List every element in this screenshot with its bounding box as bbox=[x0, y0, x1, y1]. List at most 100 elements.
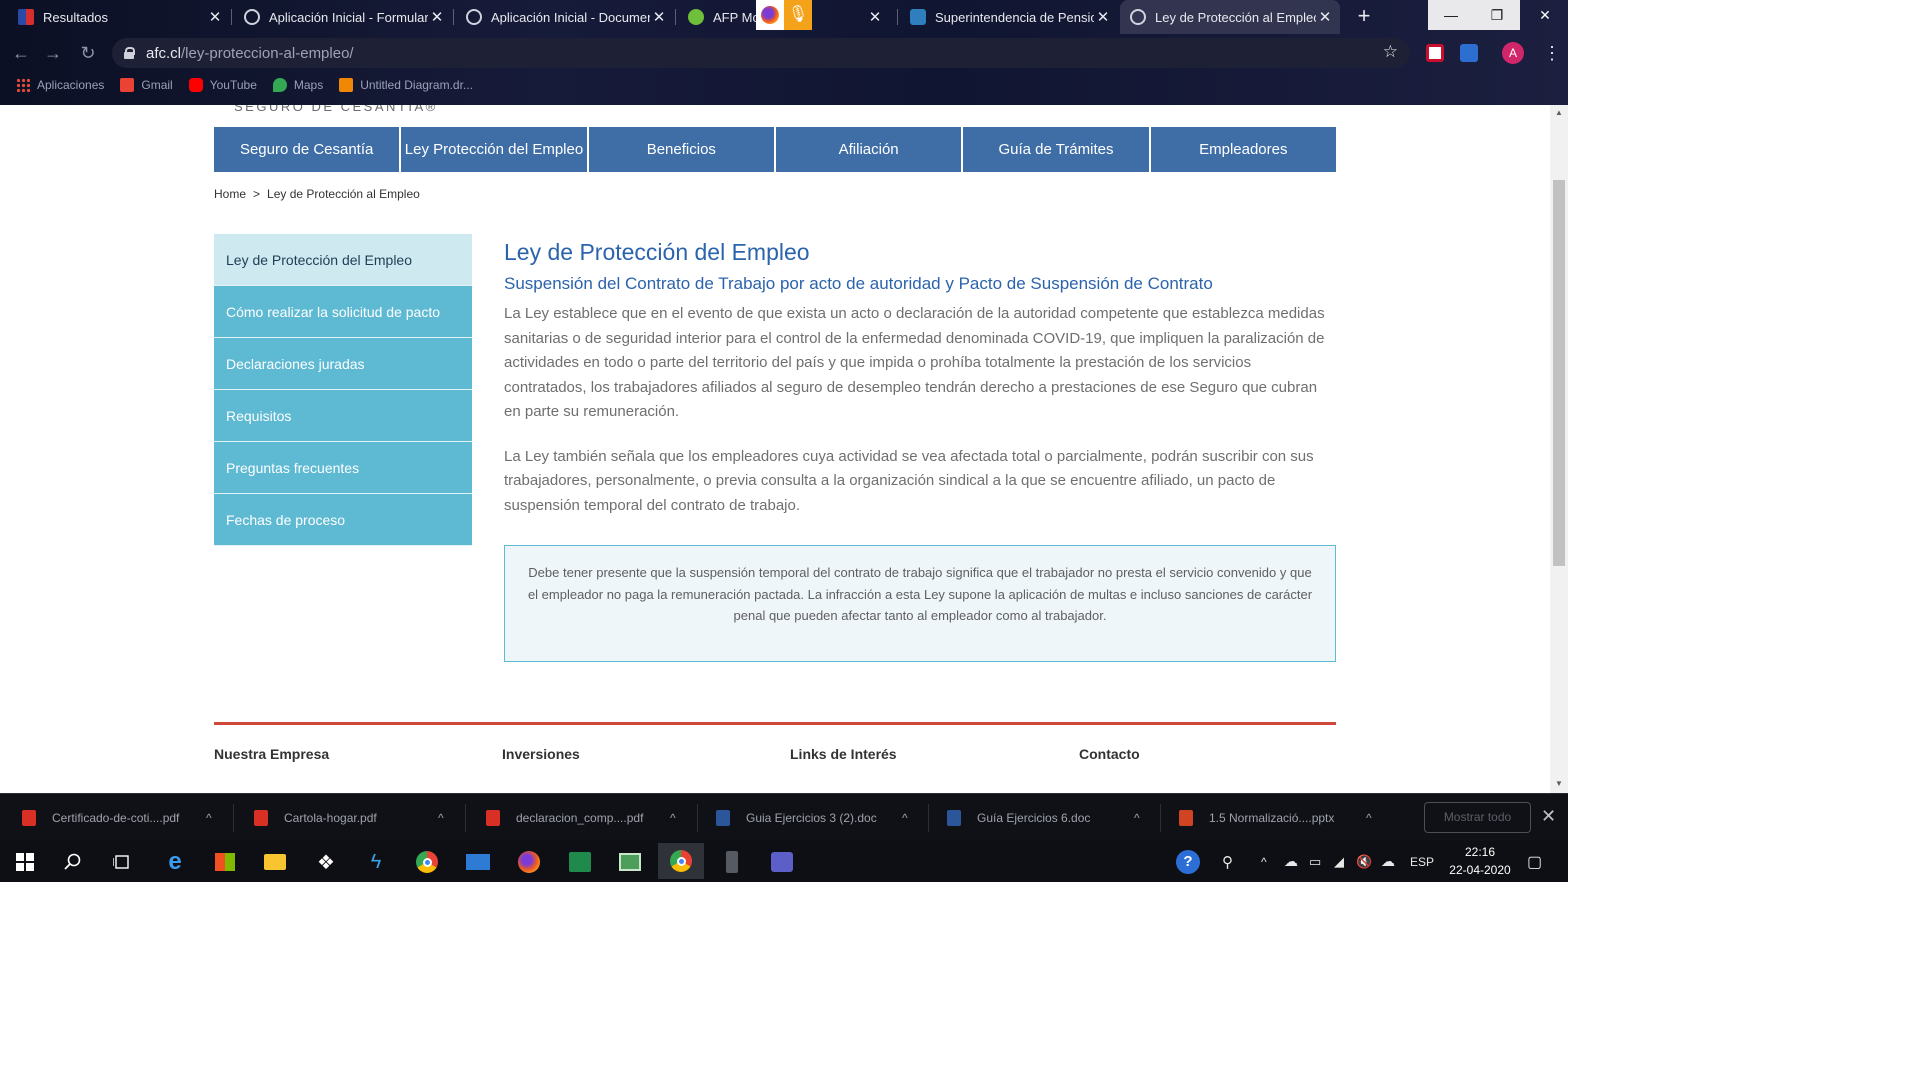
chevron-up-icon[interactable]: ^ bbox=[1366, 811, 1372, 825]
firefox-icon bbox=[756, 0, 784, 30]
scrollbar-thumb[interactable] bbox=[1553, 180, 1565, 566]
pocket-extension-icon[interactable] bbox=[1426, 44, 1444, 62]
close-tab-icon[interactable]: ✕ bbox=[1316, 8, 1334, 26]
tab-resultados[interactable]: Resultados ✕ bbox=[8, 0, 230, 34]
file-explorer-icon[interactable] bbox=[260, 847, 290, 877]
download-item[interactable]: Guía Ejercicios 6.doc ^ bbox=[947, 794, 1153, 842]
bookmark-apps[interactable]: Aplicaciones bbox=[16, 78, 104, 92]
task-view-icon[interactable] bbox=[107, 847, 137, 877]
web-page: SEGURO DE CESANTÍA® Seguro de Cesantía L… bbox=[0, 105, 1550, 793]
tab-divider bbox=[231, 9, 232, 25]
apps-grid-icon bbox=[16, 78, 30, 92]
help-icon[interactable]: ? bbox=[1176, 841, 1200, 882]
nav-empleadores[interactable]: Empleadores bbox=[1150, 127, 1336, 172]
tab-superintendencia[interactable]: Superintendencia de Pensiones ✕ bbox=[900, 0, 1118, 34]
close-tab-icon[interactable]: ✕ bbox=[1094, 8, 1112, 26]
bookmark-youtube[interactable]: YouTube bbox=[188, 78, 257, 92]
chrome-active-icon[interactable] bbox=[658, 843, 704, 879]
system-clock[interactable]: 22:16 22-04-2020 bbox=[1440, 843, 1520, 879]
scroll-down-arrow-icon[interactable]: ▼ bbox=[1555, 779, 1563, 788]
wifi-icon[interactable]: ◢ bbox=[1334, 841, 1344, 882]
mail-icon[interactable] bbox=[463, 847, 493, 877]
chevron-up-icon[interactable]: ^ bbox=[902, 811, 908, 825]
browser-menu-icon[interactable]: ⋮ bbox=[1543, 42, 1561, 64]
chevron-up-icon[interactable]: ^ bbox=[1134, 811, 1140, 825]
close-tab-icon[interactable]: ✕ bbox=[206, 8, 224, 26]
nav-ley-proteccion[interactable]: Ley Protección del Empleo bbox=[401, 127, 587, 172]
close-tab-icon[interactable]: ✕ bbox=[428, 8, 446, 26]
reload-icon[interactable]: ↻ bbox=[77, 42, 99, 64]
volume-muted-icon[interactable]: 🔇 bbox=[1356, 841, 1372, 882]
sidebar-item-declaraciones[interactable]: Declaraciones juradas bbox=[214, 338, 472, 390]
chevron-up-icon[interactable]: ^ bbox=[438, 811, 444, 825]
show-all-downloads-button[interactable]: Mostrar todo bbox=[1424, 802, 1531, 833]
breadcrumb-home[interactable]: Home bbox=[214, 187, 246, 201]
download-item[interactable]: Guia Ejercicios 3 (2).doc ^ bbox=[716, 794, 922, 842]
people-icon[interactable]: ⚲ bbox=[1222, 841, 1233, 882]
address-bar[interactable]: afc.cl/ley-proteccion-al-empleo/ ☆ bbox=[112, 38, 1410, 68]
browser-toolbar: ← → ↻ afc.cl/ley-proteccion-al-empleo/ ☆ bbox=[0, 34, 1568, 72]
teams-icon[interactable] bbox=[767, 847, 797, 877]
download-item[interactable]: declaracion_comp....pdf ^ bbox=[486, 794, 692, 842]
download-item[interactable]: 1.5 Normalizació....pptx ^ bbox=[1179, 794, 1385, 842]
tray-chevron-icon[interactable]: ^ bbox=[1261, 841, 1267, 882]
bookmark-star-icon[interactable]: ☆ bbox=[1383, 42, 1398, 62]
nav-beneficios[interactable]: Beneficios bbox=[588, 127, 774, 172]
sidebar-item-ley-proteccion[interactable]: Ley de Protección del Empleo bbox=[214, 234, 472, 286]
bookmark-gmail[interactable]: Gmail bbox=[120, 78, 173, 92]
page-scrollbar[interactable]: ▲ ▼ bbox=[1550, 105, 1568, 793]
download-divider bbox=[465, 804, 466, 832]
scroll-up-arrow-icon[interactable]: ▲ bbox=[1555, 108, 1563, 117]
new-tab-button[interactable]: + bbox=[1352, 4, 1376, 28]
notifications-icon[interactable]: ▢ bbox=[1527, 841, 1542, 882]
maximize-button[interactable]: ❐ bbox=[1474, 0, 1520, 30]
cloud-sync-icon[interactable]: ☁ bbox=[1381, 841, 1395, 882]
afp-modelo-icon bbox=[688, 9, 704, 25]
phone-app-icon[interactable] bbox=[717, 847, 747, 877]
onedrive-cloud-icon[interactable]: ☁ bbox=[1284, 841, 1298, 882]
close-window-button[interactable]: ✕ bbox=[1522, 0, 1568, 30]
tab-ley-proteccion[interactable]: Ley de Protección al Empleo ✕ bbox=[1120, 0, 1340, 34]
sidebar-item-solicitud-pacto[interactable]: Cómo realizar la solicitud de pacto bbox=[214, 286, 472, 338]
nav-afiliacion[interactable]: Afiliación bbox=[775, 127, 962, 172]
translate-extension-icon[interactable] bbox=[1460, 44, 1478, 62]
profile-avatar[interactable]: A bbox=[1502, 42, 1524, 64]
download-item[interactable]: Certificado-de-coti....pdf ^ bbox=[22, 794, 228, 842]
close-tab-icon[interactable]: ✕ bbox=[650, 8, 668, 26]
chevron-up-icon[interactable]: ^ bbox=[670, 811, 676, 825]
chrome-icon[interactable] bbox=[412, 847, 442, 877]
close-download-bar-icon[interactable]: ✕ bbox=[1541, 806, 1556, 827]
close-tab-icon[interactable]: ✕ bbox=[866, 8, 884, 26]
language-indicator[interactable]: ESP bbox=[1410, 841, 1434, 882]
download-item[interactable]: Cartola-hogar.pdf ^ bbox=[254, 794, 460, 842]
minimize-button[interactable]: — bbox=[1428, 0, 1474, 30]
back-arrow-icon[interactable]: ← bbox=[10, 42, 32, 64]
windows-start-icon[interactable] bbox=[10, 847, 40, 877]
battery-icon[interactable]: ▭ bbox=[1309, 841, 1321, 882]
tab-aplicacion-formulario[interactable]: Aplicación Inicial - Formulario ✕ bbox=[234, 0, 452, 34]
firefox-taskbar-icon[interactable] bbox=[514, 847, 544, 877]
sidebar-item-fechas[interactable]: Fechas de proceso bbox=[214, 494, 472, 546]
tab-afp-modelo[interactable]: AFP Mo 🎙 ✕ bbox=[678, 0, 896, 34]
store-icon[interactable] bbox=[210, 847, 240, 877]
search-icon[interactable] bbox=[58, 847, 88, 877]
forward-arrow-icon[interactable]: → bbox=[42, 42, 64, 64]
site-logo-text[interactable]: SEGURO DE CESANTÍA® bbox=[234, 105, 438, 114]
chevron-up-icon[interactable]: ^ bbox=[206, 811, 212, 825]
tab-divider bbox=[675, 9, 676, 25]
nav-seguro-cesantia[interactable]: Seguro de Cesantía bbox=[214, 127, 400, 172]
bookmark-maps[interactable]: Maps bbox=[272, 78, 323, 92]
nav-guia-tramites[interactable]: Guía de Trámites bbox=[963, 127, 1149, 172]
edge-browser-icon[interactable]: e bbox=[160, 847, 190, 877]
network-app-icon[interactable] bbox=[615, 847, 645, 877]
dropbox-icon[interactable]: ❖ bbox=[311, 847, 341, 877]
pdf-file-icon bbox=[486, 810, 500, 826]
sidebar-item-preguntas[interactable]: Preguntas frecuentes bbox=[214, 442, 472, 494]
app-bolt-icon[interactable]: ϟ bbox=[361, 847, 391, 877]
notice-box: Debe tener presente que la suspensión te… bbox=[504, 545, 1336, 662]
tab-aplicacion-documentos[interactable]: Aplicación Inicial - Documentos ✕ bbox=[456, 0, 674, 34]
tab-divider bbox=[897, 9, 898, 25]
bookmark-diagram[interactable]: Untitled Diagram.dr... bbox=[339, 78, 473, 92]
sidebar-item-requisitos[interactable]: Requisitos bbox=[214, 390, 472, 442]
excel-sync-icon[interactable] bbox=[565, 847, 595, 877]
